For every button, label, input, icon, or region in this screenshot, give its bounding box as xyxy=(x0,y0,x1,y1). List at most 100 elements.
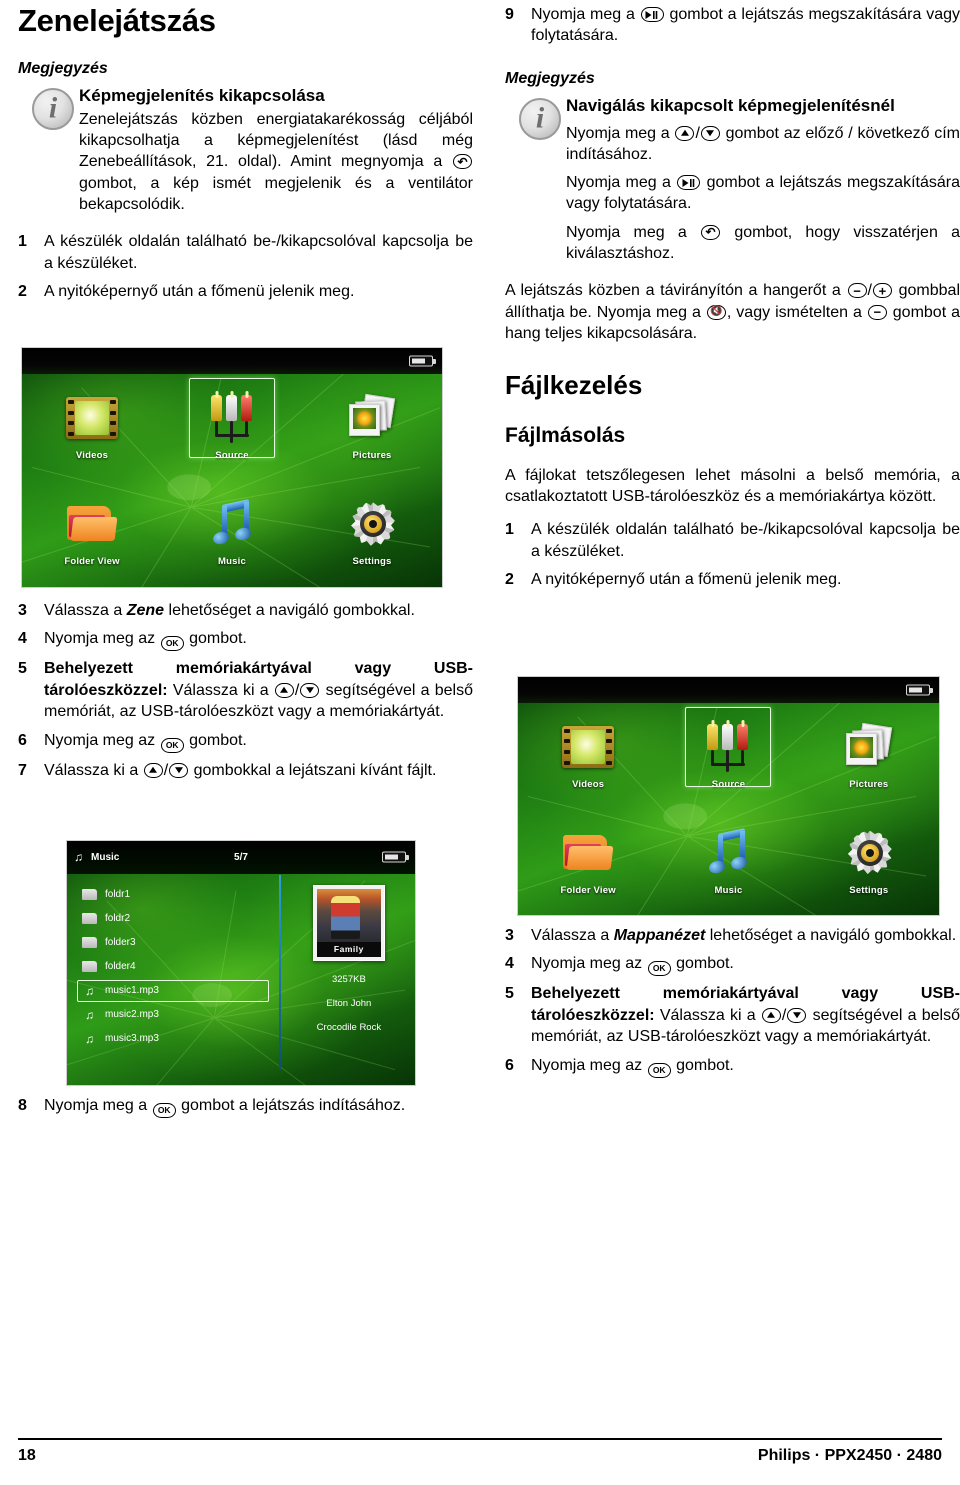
menu-item-folder-view[interactable]: Folder View xyxy=(22,481,162,587)
list-item[interactable]: folder3 xyxy=(77,931,279,955)
step-text: A nyitóképernyő után a főmenü jelenik me… xyxy=(44,283,355,301)
list-item: 2 A nyitóképernyő után a főmenü jelenik … xyxy=(18,281,473,302)
step-text-a: Nyomja meg az xyxy=(44,731,156,749)
step-text-b: gombot a lejátszás indításához. xyxy=(181,1097,406,1114)
step-9-block: 9 Nyomja meg a gombot a lejátszás megsza… xyxy=(505,4,960,47)
music-file-list[interactable]: foldr1 foldr2 folder3 folder4 ♫ music1.m… xyxy=(67,874,279,1085)
step-number: 8 xyxy=(18,1097,27,1114)
main-menu-screenshot-right: Videos Source Pictures Folder View Music… xyxy=(517,676,940,916)
music-browser-title: Music xyxy=(91,851,120,863)
note-label-right: Megjegyzés xyxy=(505,69,595,87)
menu-item-settings[interactable]: Settings xyxy=(302,481,442,587)
menu-item-label: Folder View xyxy=(560,884,616,896)
list-item: 7 Válassza ki a / gombokkal a lejátszani… xyxy=(18,760,473,781)
step-text-a: Válassza ki a xyxy=(172,681,269,699)
step-number: 2 xyxy=(18,283,27,301)
ok-key-icon: OK xyxy=(152,1103,176,1118)
folder-icon xyxy=(82,913,97,925)
step-number: 2 xyxy=(505,571,514,589)
page-number: 18 xyxy=(18,1447,36,1464)
volume-paragraph: A lejátszás közben a távirányítón a hang… xyxy=(505,280,960,344)
step-text-b: gombot. xyxy=(676,955,734,973)
list-item-label: folder3 xyxy=(105,937,136,949)
menu-item-label: Videos xyxy=(572,778,605,790)
music-note-icon: ♫ xyxy=(85,1031,94,1046)
up-arrow-key-icon xyxy=(761,1007,781,1023)
menu-item-source[interactable]: Source xyxy=(658,703,798,809)
down-arrow-key-icon xyxy=(300,682,320,698)
up-arrow-key-icon xyxy=(675,125,695,141)
status-bar xyxy=(22,348,442,375)
list-item: 6 Nyomja meg az OK gombot. xyxy=(18,730,473,753)
main-menu-grid: Videos Source Pictures Folder View Music… xyxy=(22,374,442,587)
folder-icon xyxy=(82,937,97,949)
note-body-left: Zenelejátszás közben energiatakarékosság… xyxy=(79,109,473,215)
step-number: 4 xyxy=(505,955,514,973)
list-item-selected[interactable]: ♫ music1.mp3 xyxy=(77,979,279,1003)
steps-list-right-bottom: 3 Válassza a Mappanézet lehetőséget a na… xyxy=(505,925,960,1085)
list-item: 9 Nyomja meg a gombot a lejátszás megsza… xyxy=(505,4,960,47)
note-label-left: Megjegyzés xyxy=(18,60,108,78)
step-text-b: gombot. xyxy=(189,630,247,648)
list-item[interactable]: folder4 xyxy=(77,955,279,979)
menu-item-music[interactable]: Music xyxy=(162,481,302,587)
play-pause-key-icon xyxy=(640,7,664,22)
menu-item-settings[interactable]: Settings xyxy=(799,809,939,915)
music-browser-count: 5/7 xyxy=(234,851,248,863)
footer-divider xyxy=(18,1438,942,1440)
music-icon xyxy=(203,499,261,550)
section-title: Fájlkezelés xyxy=(505,369,643,400)
info-icon xyxy=(32,88,74,131)
menu-item-label: Folder View xyxy=(64,556,120,568)
subsection-title: Fájlmásolás xyxy=(505,424,626,448)
menu-item-pictures[interactable]: Pictures xyxy=(799,703,939,809)
list-item[interactable]: ♫ music3.mp3 xyxy=(77,1027,279,1051)
list-item[interactable]: ♫ music2.mp3 xyxy=(77,1003,279,1027)
step-number: 3 xyxy=(18,602,27,619)
step-number: 9 xyxy=(505,6,514,23)
menu-item-videos[interactable]: Videos xyxy=(22,374,162,480)
return-key-icon: ↶ xyxy=(453,154,472,170)
menu-item-pictures[interactable]: Pictures xyxy=(302,374,442,480)
minus-key-icon: − xyxy=(847,283,867,299)
step-number: 5 xyxy=(18,660,27,678)
slash-2: / xyxy=(163,761,169,779)
gear-icon xyxy=(343,500,401,550)
menu-item-label: Music xyxy=(218,556,246,568)
album-cover: Family xyxy=(312,884,385,961)
slash-5: / xyxy=(781,1006,787,1024)
track-info-panel: Family 3257KB Elton John Crocodile Rock xyxy=(283,874,415,1085)
step-text-b: gombokkal a lejátszani kívánt fájlt. xyxy=(193,761,437,779)
list-item: 5 Behelyezett memóriakártyával vagy USB-… xyxy=(505,983,960,1047)
list-item: 4 Nyomja meg az OK gombot. xyxy=(505,953,960,977)
page-footer: 18 Philips · PPX2450 · 2480 xyxy=(18,1447,942,1465)
product-name: Philips · PPX2450 · 2480 xyxy=(757,1447,942,1464)
note-p3-a: Nyomja meg a xyxy=(566,223,687,241)
ok-key-icon: OK xyxy=(647,961,671,977)
list-item: 4 Nyomja meg az OK gombot. xyxy=(18,628,473,652)
step-number: 5 xyxy=(505,985,514,1003)
list-item[interactable]: foldr2 xyxy=(77,907,279,931)
note-paragraph-2: Nyomja meg a gombot a lejátszás megszakí… xyxy=(566,172,960,215)
menu-item-label: Pictures xyxy=(849,778,889,790)
pictures-icon xyxy=(840,722,898,773)
step-8-block: 8 Nyomja meg a OK gombot a lejátszás ind… xyxy=(18,1095,473,1125)
status-bar xyxy=(518,677,939,704)
step-text-bold: Zene xyxy=(126,602,165,619)
info-icon xyxy=(519,97,561,140)
folder-icon xyxy=(63,500,121,550)
slash-3: / xyxy=(695,124,700,142)
music-note-icon: ♫ xyxy=(74,850,83,865)
menu-item-music[interactable]: Music xyxy=(658,809,798,915)
step-text-a: Válassza a xyxy=(44,602,123,619)
list-item[interactable]: foldr1 xyxy=(77,883,279,907)
steps-list-right-top: 1 A készülék oldalán található be-/kikap… xyxy=(505,519,960,590)
menu-item-folder-view[interactable]: Folder View xyxy=(518,809,658,915)
battery-icon xyxy=(906,684,930,696)
music-browser-header: ♫ Music 5/7 xyxy=(67,841,415,874)
note-p1-a: Nyomja meg a xyxy=(566,124,670,142)
list-item-label: foldr2 xyxy=(105,913,131,925)
menu-item-videos[interactable]: Videos xyxy=(518,703,658,809)
mute-key-icon: 🔇 xyxy=(706,304,726,320)
menu-item-source[interactable]: Source xyxy=(162,374,302,480)
